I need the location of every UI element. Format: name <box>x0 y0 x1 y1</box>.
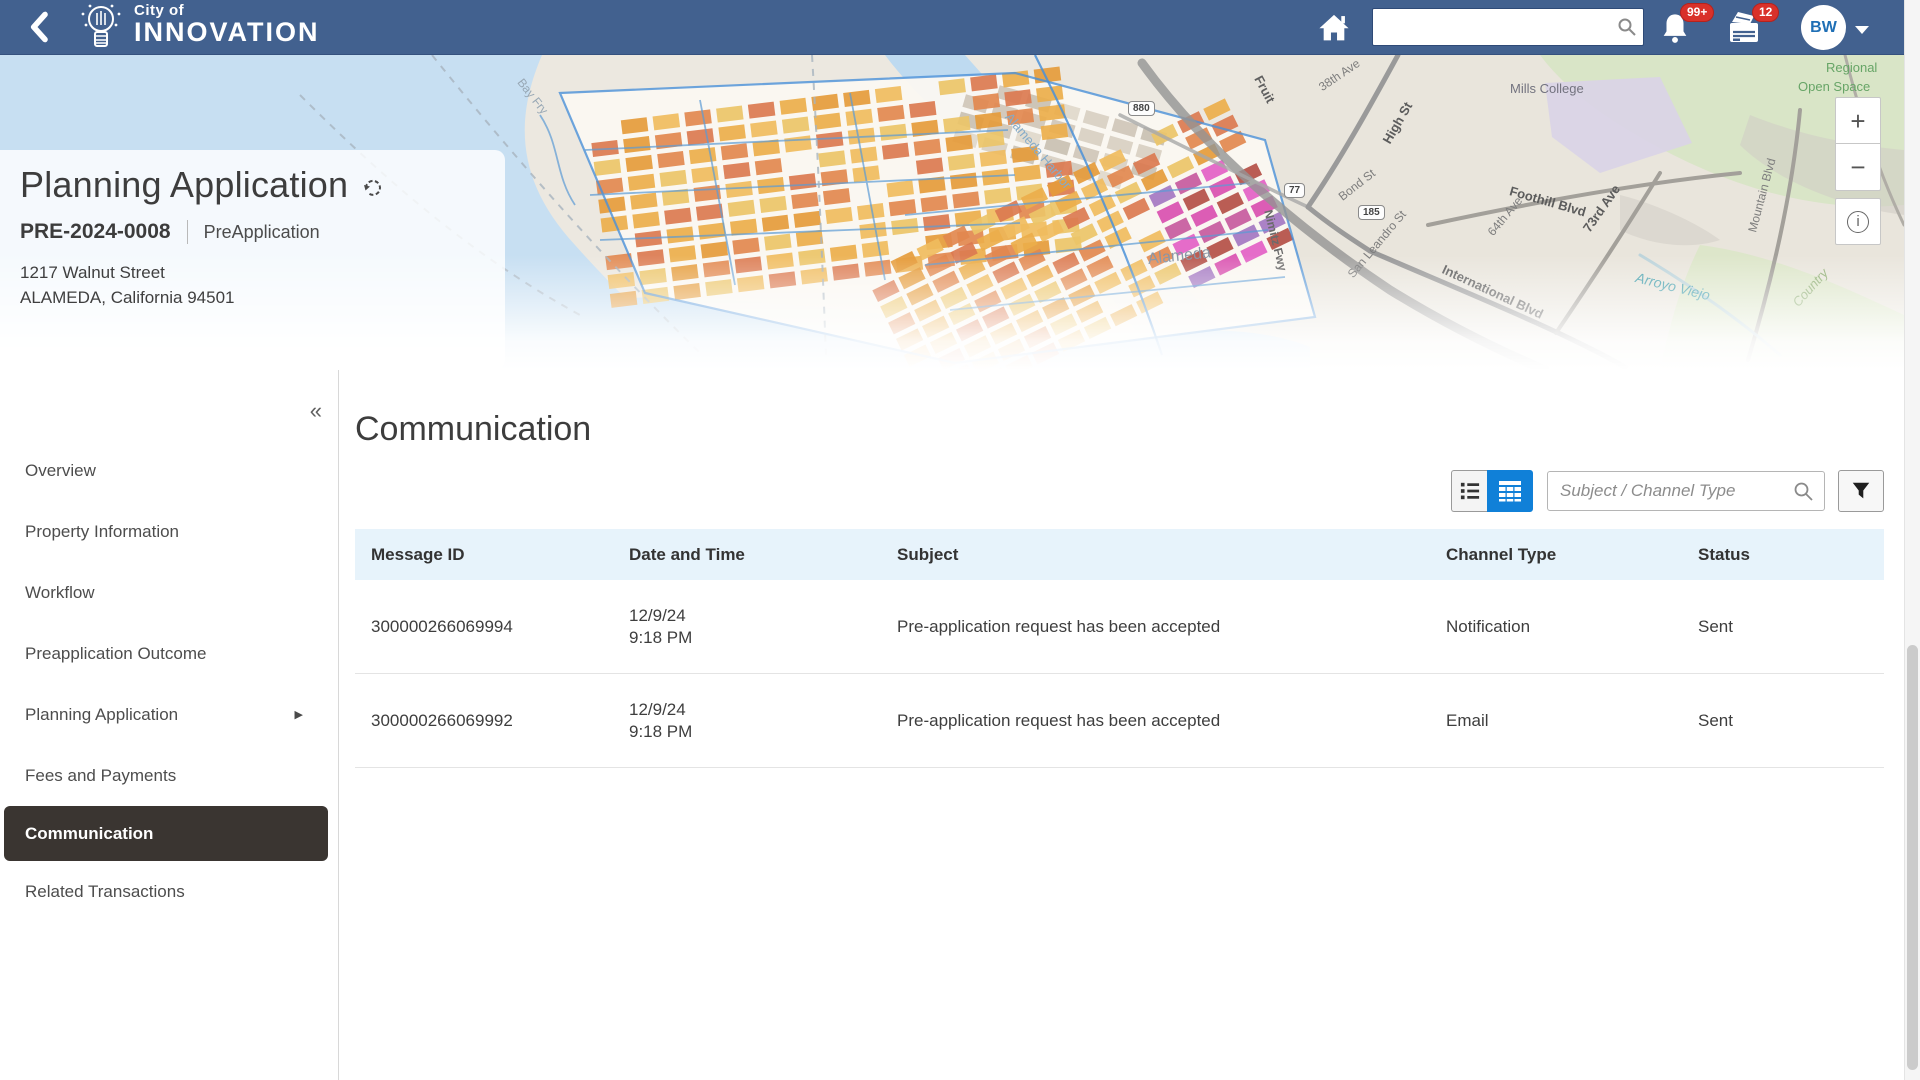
user-avatar[interactable]: BW <box>1801 5 1846 50</box>
back-button[interactable] <box>22 10 58 46</box>
top-navbar: City of INNOVATION 99+ <box>0 0 1904 55</box>
user-menu-caret[interactable] <box>1852 23 1872 37</box>
map-controls: + − i <box>1835 97 1881 245</box>
view-toggle-group <box>1451 470 1533 512</box>
record-summary-panel: Planning Application PRE-2024-0008 PreAp… <box>0 150 505 370</box>
search-icon[interactable] <box>1617 17 1637 37</box>
map-zoom-out-button[interactable]: − <box>1835 144 1881 191</box>
sidebar-item-workflow[interactable]: Workflow <box>0 562 338 623</box>
filter-button[interactable] <box>1838 470 1884 512</box>
submenu-arrow-icon[interactable]: ▶ <box>295 708 303 721</box>
page-title: Planning Application <box>20 164 348 206</box>
cell-date-time: 12/9/249:18 PM <box>629 605 897 649</box>
cell-status: Sent <box>1698 617 1884 637</box>
column-header-message-id: Message ID <box>371 545 629 565</box>
home-button[interactable] <box>1316 11 1352 45</box>
city-logo: City of INNOVATION <box>78 2 320 54</box>
sidebar-item-label: Property Information <box>25 522 179 542</box>
table-body: 30000026606999412/9/249:18 PMPre-applica… <box>355 580 1884 768</box>
search-icon[interactable] <box>1793 481 1814 502</box>
main-content: Communication <box>339 370 1884 1080</box>
communications-table: Message IDDate and TimeSubjectChannel Ty… <box>355 529 1884 768</box>
cell-status: Sent <box>1698 711 1884 731</box>
map-info-button[interactable]: i <box>1835 198 1881 245</box>
record-type: PreApplication <box>204 222 320 243</box>
sidebar-item-label: Communication <box>25 824 153 844</box>
refresh-icon <box>362 177 384 199</box>
sidebar-item-label: Planning Application <box>25 705 178 725</box>
global-search <box>1372 8 1644 46</box>
grid-view-button[interactable] <box>1487 470 1533 512</box>
logo-line2: INNOVATION <box>134 19 320 45</box>
sidebar-collapse-button[interactable]: « <box>310 398 322 424</box>
sidebar-item-label: Workflow <box>25 583 95 603</box>
global-search-input[interactable] <box>1381 9 1609 45</box>
refresh-button[interactable] <box>362 177 384 202</box>
grid-view-icon <box>1498 480 1522 502</box>
address-line1: 1217 Walnut Street <box>20 260 485 285</box>
address-line2: ALAMEDA, California 94501 <box>20 285 485 310</box>
scrollbar-thumb[interactable] <box>1907 645 1918 1070</box>
cashier-badge: 12 <box>1752 3 1779 22</box>
table-row[interactable]: 30000026606999412/9/249:18 PMPre-applica… <box>355 580 1884 674</box>
table-row[interactable]: 30000026606999212/9/249:18 PMPre-applica… <box>355 674 1884 768</box>
cell-channel-type: Email <box>1446 711 1698 731</box>
table-search-input[interactable] <box>1560 472 1780 510</box>
divider <box>187 220 188 244</box>
sidebar: « Overview Property Information Workflow Pr… <box>0 370 339 1080</box>
record-id: PRE-2024-0008 <box>20 220 171 244</box>
sidebar-item-label: Overview <box>25 461 96 481</box>
cell-date-time: 12/9/249:18 PM <box>629 699 897 743</box>
cell-subject: Pre-application request has been accepte… <box>897 617 1446 637</box>
list-view-icon <box>1459 481 1481 501</box>
cell-channel-type: Notification <box>1446 617 1698 637</box>
filter-funnel-icon <box>1850 480 1872 502</box>
sidebar-nav: Overview Property Information Workflow Prea… <box>0 440 338 922</box>
cell-subject: Pre-application request has been accepte… <box>897 711 1446 731</box>
sidebar-item-property-information[interactable]: Property Information <box>0 501 338 562</box>
home-icon <box>1317 11 1351 43</box>
table-search <box>1547 471 1825 511</box>
sidebar-item-fees-and-payments[interactable]: Fees and Payments <box>0 745 338 806</box>
column-header-status: Status <box>1698 545 1884 565</box>
sidebar-item-overview[interactable]: Overview <box>0 440 338 501</box>
sidebar-item-planning-application[interactable]: Planning Application ▶ <box>0 684 338 745</box>
table-toolbar <box>1451 470 1884 512</box>
section-heading: Communication <box>355 410 591 449</box>
sidebar-item-label: Related Transactions <box>25 882 185 902</box>
list-view-button[interactable] <box>1451 470 1487 512</box>
app-window: City of INNOVATION 99+ <box>0 0 1920 1080</box>
sidebar-item-communication[interactable]: Communication <box>4 806 328 861</box>
lightbulb-logo-icon <box>78 2 124 54</box>
cell-message-id: 300000266069994 <box>371 617 629 637</box>
notifications-badge: 99+ <box>1680 3 1714 22</box>
info-icon: i <box>1847 211 1869 233</box>
map-hero[interactable]: Bay FryAlameda HarborAlamedaFruitNimitz … <box>0 55 1904 370</box>
page-scrollbar[interactable] <box>1904 0 1920 1080</box>
column-header-subject: Subject <box>897 545 1446 565</box>
sidebar-item-label: Fees and Payments <box>25 766 176 786</box>
back-chevron-icon <box>25 10 55 44</box>
column-header-channel-type: Channel Type <box>1446 545 1698 565</box>
sidebar-item-related-transactions[interactable]: Related Transactions <box>0 861 338 922</box>
sidebar-item-preapplication-outcome[interactable]: Preapplication Outcome <box>0 623 338 684</box>
sidebar-item-label: Preapplication Outcome <box>25 644 206 664</box>
column-header-date-and-time: Date and Time <box>629 545 897 565</box>
cell-message-id: 300000266069992 <box>371 711 629 731</box>
map-zoom-in-button[interactable]: + <box>1835 97 1881 144</box>
table-header-row: Message IDDate and TimeSubjectChannel Ty… <box>355 529 1884 580</box>
